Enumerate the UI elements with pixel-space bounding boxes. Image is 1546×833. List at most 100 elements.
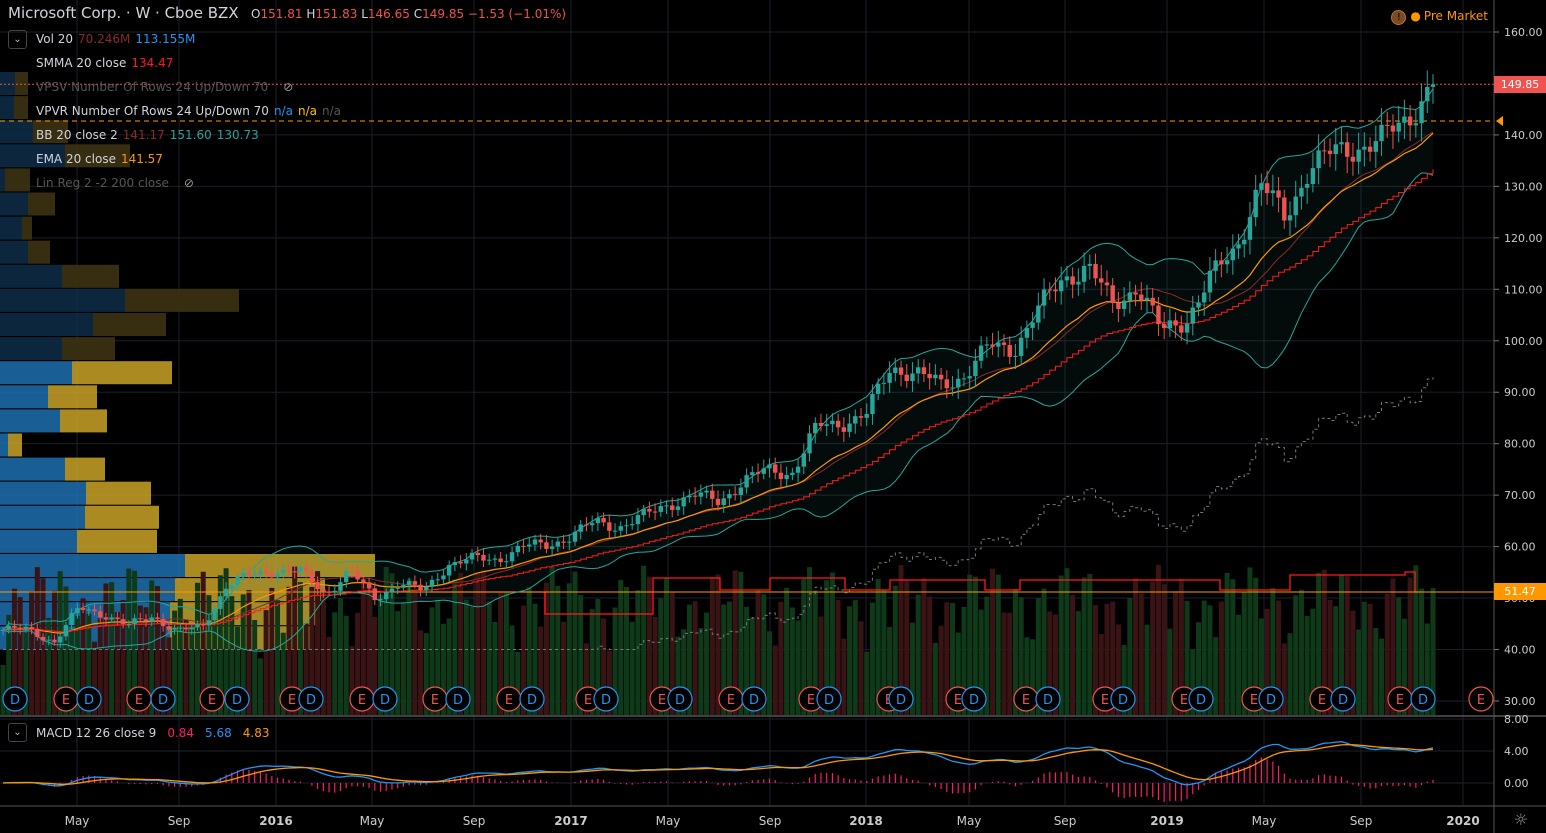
candle-body <box>412 581 418 585</box>
dividend-event-label: D <box>896 693 906 708</box>
settings-gear-icon[interactable]: ☼ <box>1514 810 1528 829</box>
dividend-event[interactable]: D <box>888 686 914 712</box>
price-axis-label: 80.00 <box>1504 438 1536 451</box>
earnings-event[interactable]: E <box>126 686 152 712</box>
candle-body <box>578 524 583 532</box>
volume-bar <box>109 582 115 715</box>
macd-legend[interactable]: MACD 12 26 close 9 0.84 5.68 4.83 <box>36 726 279 740</box>
earnings-event-label: E <box>208 693 216 708</box>
candle-body <box>92 609 97 612</box>
dividend-event[interactable]: D <box>1188 686 1214 712</box>
candle-body <box>160 619 166 627</box>
candle-body <box>435 579 440 581</box>
earnings-event[interactable]: E <box>349 686 375 712</box>
volume-bar <box>841 638 847 715</box>
candle-body <box>1184 323 1190 333</box>
dividend-event[interactable]: D <box>1410 686 1436 712</box>
indicator-legend-3[interactable]: VPVR Number Of Rows 24 Up/Down 70 n/a n/a n… <box>36 104 346 118</box>
earnings-event[interactable]: E <box>199 686 225 712</box>
dividend-event[interactable]: D <box>1110 686 1136 712</box>
volume-bar <box>852 600 858 715</box>
indicator-legend-5[interactable]: EMA 20 close 141.57 <box>36 152 168 166</box>
candle-body <box>624 525 629 527</box>
earnings-event[interactable]: E <box>1013 686 1039 712</box>
candle-body <box>223 588 229 597</box>
candle-body <box>635 515 641 525</box>
candle-body <box>881 382 887 384</box>
macd-value: 5.68 <box>205 726 232 740</box>
symbol-legend: Microsoft Corp. · W · Cboe BZX O151.81 H… <box>8 4 566 22</box>
indicator-value: 70.246M <box>78 32 131 46</box>
close-label: C <box>413 7 423 21</box>
candle-body <box>1053 289 1058 292</box>
volume-bar <box>1379 638 1385 715</box>
indicator-legend-1[interactable]: SMMA 20 close 134.47 <box>36 56 178 70</box>
earnings-event-label: E <box>954 693 962 708</box>
dividend-event[interactable]: D <box>741 686 767 712</box>
dividend-event[interactable]: D <box>667 686 693 712</box>
earnings-event[interactable]: E <box>496 686 522 712</box>
dividend-event[interactable]: D <box>519 686 545 712</box>
candle-body <box>389 588 395 593</box>
dividend-event[interactable]: D <box>1258 686 1284 712</box>
volume-profile-down-bar <box>28 240 50 264</box>
dividend-event[interactable]: D <box>372 686 398 712</box>
dividend-event[interactable]: D <box>961 686 987 712</box>
dividend-event[interactable]: D <box>298 686 324 712</box>
candle-body <box>189 627 194 630</box>
volume-profile-down-bar <box>8 433 22 457</box>
candle-body <box>361 579 366 583</box>
time-axis-label: May <box>360 814 385 828</box>
candle-body <box>538 539 543 543</box>
pre-market-status[interactable]: ! ● Pre Market <box>1391 9 1488 25</box>
indicator-legend-6[interactable]: Lin Reg 2 -2 200 close ⊘ <box>36 176 199 190</box>
candle-body <box>166 626 172 630</box>
collapse-macd-button[interactable]: ⌄ <box>8 723 27 742</box>
dividend-event[interactable]: D <box>2 686 28 712</box>
candle-body <box>132 618 137 624</box>
indicator-legend-4[interactable]: BB 20 close 2 141.17 151.60 130.73 <box>36 128 264 142</box>
hidden-eye-icon[interactable]: ⊘ <box>184 176 194 190</box>
dividend-event[interactable]: D <box>445 686 471 712</box>
dividend-event[interactable]: D <box>593 686 619 712</box>
dividend-event[interactable]: D <box>1035 686 1061 712</box>
symbol-title[interactable]: Microsoft Corp. · W · Cboe BZX <box>8 4 239 22</box>
dividend-event[interactable]: D <box>76 686 102 712</box>
candle-body <box>143 619 149 622</box>
earnings-event[interactable]: E <box>1468 686 1494 712</box>
hidden-eye-icon[interactable]: ⊘ <box>283 80 293 94</box>
indicator-legend-2[interactable]: VPSV Number Of Rows 24 Up/Down 70 ⊘ <box>36 80 298 94</box>
dividend-event[interactable]: D <box>224 686 250 712</box>
price-chart[interactable]: EEEEEEEEEEEEEEEEEEEEDDDDDDDDDDDDDDDDDDDD… <box>0 0 1546 833</box>
candle-body <box>1385 124 1390 126</box>
candle-body <box>944 379 949 389</box>
candle-body <box>801 453 806 467</box>
candle-body <box>921 367 927 374</box>
volume-bar <box>1298 589 1304 715</box>
indicator-legend-0[interactable]: Vol 20 70.246M 113.155M <box>36 32 200 46</box>
earnings-event[interactable]: E <box>718 686 744 712</box>
candle-body <box>1144 297 1150 301</box>
dividend-event[interactable]: D <box>1330 686 1356 712</box>
candle-body <box>1264 183 1270 194</box>
volume-profile-up-bar <box>0 72 15 95</box>
warning-icon: ! <box>1391 10 1407 25</box>
candle-body <box>778 472 784 480</box>
volume-bar <box>194 582 200 715</box>
dividend-event[interactable]: D <box>150 686 176 712</box>
dividend-event[interactable]: D <box>816 686 842 712</box>
candle-body <box>647 508 652 512</box>
volume-bar <box>1287 633 1293 715</box>
candle-body <box>1367 146 1373 152</box>
collapse-indicators-button[interactable]: ⌄ <box>8 30 27 49</box>
earnings-event[interactable]: E <box>1387 686 1413 712</box>
candle-body <box>1190 307 1195 324</box>
candle-body <box>692 495 698 497</box>
earnings-event[interactable]: E <box>422 686 448 712</box>
earnings-event-label: E <box>1180 693 1188 708</box>
earnings-event-label: E <box>658 693 666 708</box>
volume-bar <box>692 601 698 715</box>
candle-body <box>1036 305 1041 323</box>
earnings-event[interactable]: E <box>53 686 79 712</box>
volume-bar <box>337 598 343 715</box>
